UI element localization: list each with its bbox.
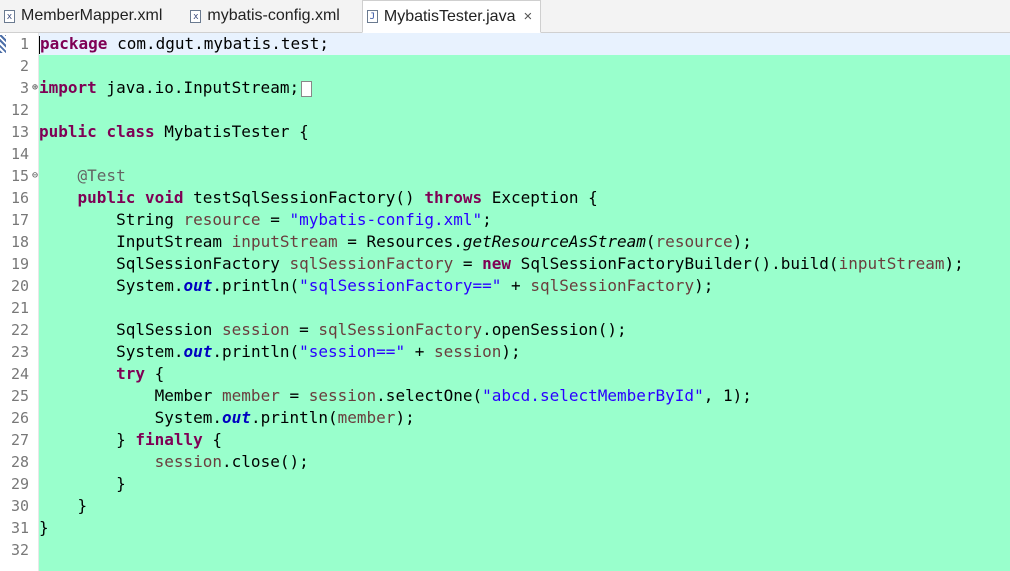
tab-mybatis-config-xml[interactable]: x mybatis-config.xml (186, 0, 347, 32)
code-line[interactable]: Member member = session.selectOne("abcd.… (39, 385, 1010, 407)
tab-label: mybatis-config.xml (207, 7, 340, 24)
expand-fold-icon[interactable]: ⊕ (32, 77, 38, 99)
line-number: 14 (10, 145, 29, 163)
folded-imports-icon[interactable] (301, 80, 313, 97)
line-number: 18 (10, 233, 29, 251)
tab-label: MybatisTester.java (383, 7, 516, 25)
code-line[interactable]: System.out.println("sqlSessionFactory=="… (39, 275, 1010, 297)
close-tab-icon[interactable]: × (523, 8, 532, 25)
code-line[interactable]: System.out.println(member); (39, 407, 1010, 429)
code-line[interactable] (39, 539, 1010, 561)
line-number: 24 (10, 365, 29, 383)
line-number: 25 (10, 387, 29, 405)
tab-membermapper-xml[interactable]: x MemberMapper.xml (0, 0, 170, 32)
code-line[interactable]: InputStream inputStream = Resources.getR… (39, 231, 1010, 253)
code-line[interactable] (39, 143, 1010, 165)
tab-mybatistester-java[interactable]: J MybatisTester.java × (361, 0, 542, 33)
line-number: 1 (0, 33, 38, 55)
code-line[interactable]: } (39, 473, 1010, 495)
line-number: 20 (10, 277, 29, 295)
code-line[interactable]: package com.dgut.mybatis.test; (39, 33, 1010, 55)
code-line[interactable]: System.out.println("session==" + session… (39, 341, 1010, 363)
line-number-gutter: 1 2 3 ⊕ 12 13 14 15 ⊖ 16 17 18 19 20 21 22… (0, 33, 39, 571)
code-line[interactable]: session.close(); (39, 451, 1010, 473)
code-line[interactable]: } (39, 517, 1010, 539)
code-line[interactable]: public void testSqlSessionFactory() thro… (39, 187, 1010, 209)
code-area[interactable]: package com.dgut.mybatis.test; import ja… (39, 33, 1010, 571)
line-number: 22 (10, 321, 29, 339)
tab-label: MemberMapper.xml (21, 7, 163, 24)
line-number: 29 (10, 475, 29, 493)
line-number: 2 (19, 57, 29, 75)
java-file-icon: J (366, 10, 378, 23)
code-line[interactable]: } (39, 495, 1010, 517)
code-line[interactable] (39, 99, 1010, 121)
line-number: 23 (10, 343, 29, 361)
line-number: 32 (10, 541, 29, 559)
code-line[interactable]: import java.io.InputStream; (39, 77, 1010, 99)
line-number: 19 (10, 255, 29, 273)
line-number: 31 (10, 519, 29, 537)
line-number: 13 (10, 123, 29, 141)
line-number: 26 (10, 409, 29, 427)
line-number: 27 (10, 431, 29, 449)
line-number: 3 ⊕ (19, 77, 38, 99)
xml-file-icon: x (4, 9, 15, 23)
code-line[interactable]: try { (39, 363, 1010, 385)
line-number: 16 (10, 189, 29, 207)
collapse-fold-icon[interactable]: ⊖ (32, 165, 38, 187)
editor-tab-bar: x MemberMapper.xml x mybatis-config.xml … (0, 0, 1010, 33)
code-editor[interactable]: 1 2 3 ⊕ 12 13 14 15 ⊖ 16 17 18 19 20 21 22… (0, 33, 1010, 571)
line-number: 21 (10, 299, 29, 317)
code-line[interactable]: } finally { (39, 429, 1010, 451)
line-number: 15 ⊖ (10, 165, 38, 187)
code-line[interactable]: SqlSessionFactory sqlSessionFactory = ne… (39, 253, 1010, 275)
code-line[interactable]: String resource = "mybatis-config.xml"; (39, 209, 1010, 231)
xml-file-icon: x (190, 9, 202, 23)
line-number: 12 (10, 101, 29, 119)
code-line[interactable] (39, 297, 1010, 319)
code-line[interactable]: @Test (39, 165, 1010, 187)
line-number: 17 (10, 211, 29, 229)
code-line[interactable]: SqlSession session = sqlSessionFactory.o… (39, 319, 1010, 341)
code-line[interactable]: public class MybatisTester { (39, 121, 1010, 143)
code-line[interactable] (39, 55, 1010, 77)
line-number: 28 (10, 453, 29, 471)
line-number: 30 (10, 497, 29, 515)
